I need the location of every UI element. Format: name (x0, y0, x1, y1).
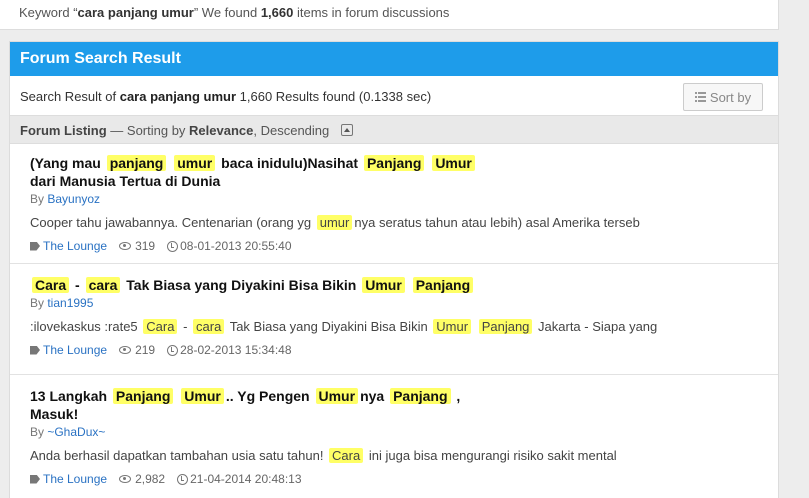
forum-link[interactable]: The Lounge (43, 343, 107, 357)
author-link[interactable]: ~GhaDux~ (47, 425, 105, 439)
result-title-link[interactable]: (Yang mau panjang umur baca inidulu)Nasi… (30, 154, 778, 190)
post-date: 08-01-2013 20:55:40 (180, 239, 292, 253)
result-prefix: Search Result of (20, 89, 120, 104)
author-line: By ~GhaDux~ (30, 425, 778, 439)
result-snippet: Anda berhasil dapatkan tambahan usia sat… (30, 448, 617, 463)
by-label: By (30, 425, 48, 439)
result-suffix: 1,660 Results found (0.1338 sec) (236, 89, 432, 104)
tag-icon (30, 345, 40, 355)
result-meta: The Lounge 2,982 21-04-2014 20:48:13 (30, 472, 778, 486)
list-icon (694, 92, 706, 102)
result-summary-bar: Search Result of cara panjang umur 1,660… (10, 76, 778, 116)
result-item: Cara - cara Tak Biasa yang Diyakini Bisa… (10, 264, 778, 375)
author-link[interactable]: Bayunyoz (47, 192, 100, 206)
eye-icon (119, 346, 132, 354)
title-highlight: Umur (315, 388, 359, 404)
result-keyword: cara panjang umur (119, 89, 237, 104)
clock-icon (167, 240, 179, 252)
keyword-prefix: Keyword “ (19, 5, 78, 20)
keyword-summary: Keyword “cara panjang umur” We found 1,6… (0, 0, 779, 30)
result-snippet: :ilovekaskus :rate5 Cara - cara Tak Bias… (30, 319, 658, 334)
result-meta: The Lounge 319 08-01-2013 20:55:40 (30, 239, 778, 253)
result-item: 13 Langkah Panjang Umur.. Yg Pengen Umur… (10, 375, 778, 498)
forum-link[interactable]: The Lounge (43, 239, 107, 253)
title-highlight: Umur (181, 388, 224, 404)
snippet-highlight: Umur (433, 319, 472, 334)
sort-by-button[interactable]: Sort by (683, 83, 763, 111)
result-title-link[interactable]: 13 Langkah Panjang Umur.. Yg Pengen Umur… (30, 387, 778, 423)
result-snippet: Cooper tahu jawabannya. Centenarian (ora… (30, 215, 640, 230)
forum-listing-bar: Forum Listing — Sorting by Relevance, De… (10, 116, 778, 144)
post-date: 21-04-2014 20:48:13 (190, 472, 302, 486)
title-highlight: Panjang (363, 155, 425, 171)
clock-icon (167, 344, 179, 356)
title-highlight: panjang (106, 155, 167, 171)
by-label: By (30, 192, 48, 206)
keyword-suffix: items in forum discussions (293, 5, 450, 20)
title-highlight: cara (85, 277, 121, 293)
snippet-highlight: Cara (143, 319, 178, 334)
clock-icon (177, 473, 189, 485)
eye-icon (119, 475, 132, 483)
view-count: 319 (135, 239, 156, 253)
title-highlight: Umur (362, 277, 405, 293)
by-label: By (30, 296, 48, 310)
author-line: By tian1995 (30, 296, 778, 310)
result-count: 1,660 (260, 5, 294, 20)
view-count: 2,982 (135, 472, 166, 486)
forum-link[interactable]: The Lounge (43, 472, 107, 486)
sort-by-label: Sort by (709, 89, 752, 105)
collapse-icon[interactable] (340, 124, 353, 136)
panel-title: Forum Search Result (10, 42, 778, 76)
listing-sort: Relevance (189, 123, 254, 138)
eye-icon (119, 242, 132, 250)
listing-label: Forum Listing (20, 123, 107, 138)
tag-icon (30, 474, 40, 484)
listing-mid: — Sorting by (106, 123, 190, 138)
author-line: By Bayunyoz (30, 192, 778, 206)
forum-search-panel: Forum Search Result Search Result of car… (9, 41, 779, 498)
title-highlight: Umur (432, 155, 475, 171)
snippet-highlight: umur (316, 215, 353, 230)
title-highlight: Cara (32, 277, 70, 293)
keyword: cara panjang umur (77, 5, 194, 20)
keyword-mid: ” We found (193, 5, 261, 20)
title-highlight: Panjang (112, 388, 174, 404)
result-item: (Yang mau panjang umur baca inidulu)Nasi… (10, 144, 778, 264)
author-link[interactable]: tian1995 (47, 296, 93, 310)
snippet-highlight: Panjang (478, 319, 533, 334)
title-highlight: umur (174, 155, 216, 171)
tag-icon (30, 241, 40, 251)
snippet-highlight: Cara (329, 448, 364, 463)
result-title-link[interactable]: Cara - cara Tak Biasa yang Diyakini Bisa… (30, 276, 778, 294)
title-highlight: Panjang (412, 277, 474, 293)
snippet-highlight: cara (193, 319, 225, 334)
result-meta: The Lounge 219 28-02-2013 15:34:48 (30, 343, 778, 357)
listing-order: , Descending (253, 123, 330, 138)
post-date: 28-02-2013 15:34:48 (180, 343, 292, 357)
view-count: 219 (135, 343, 156, 357)
title-highlight: Panjang (390, 388, 451, 404)
